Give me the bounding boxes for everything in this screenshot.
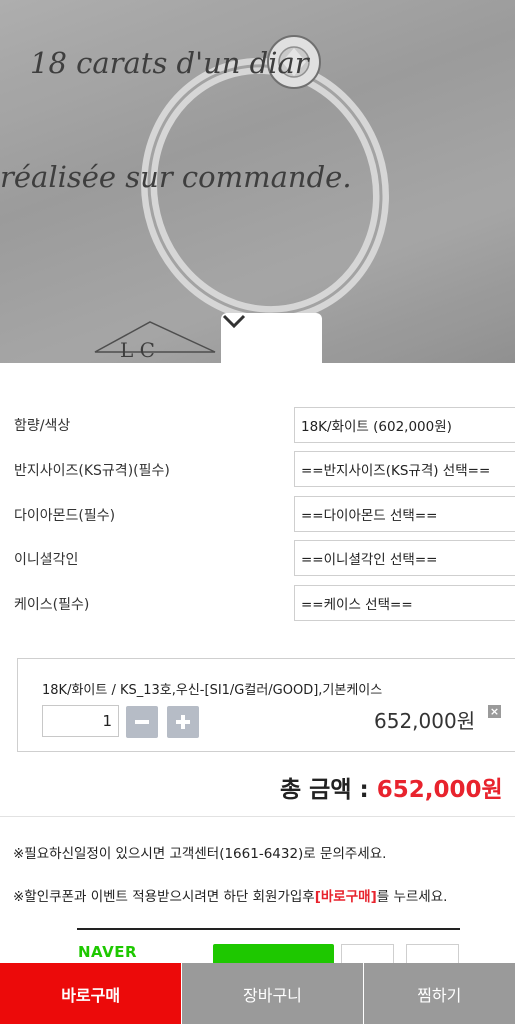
engraving-select[interactable]: ==이니셜각인 선택==: [294, 540, 515, 576]
cart-button[interactable]: 장바구니: [181, 963, 363, 1024]
naver-pay-divider: [77, 928, 460, 930]
buy-now-button[interactable]: 바로구매: [0, 963, 182, 1024]
case-select[interactable]: ==케이스 선택==: [294, 585, 515, 621]
notice-coupon: ※할인쿠폰과 이벤트 적용받으시려면 하단 회원가입후[바로구매]를 누르세요.: [13, 885, 447, 905]
total-price: 총 금액 : 652,000원: [280, 770, 503, 804]
notice-coupon-highlight: [바로구매]: [314, 889, 377, 905]
product-image: 18 carats d'un diar réalisée sur command…: [0, 0, 515, 363]
option-label-engraving: 이니셜각인: [14, 552, 79, 568]
divider: [0, 816, 515, 817]
total-amount: 652,000원: [376, 777, 503, 803]
naver-logo: NAVER: [78, 943, 138, 961]
remove-item-icon[interactable]: ×: [488, 705, 501, 718]
chevron-down-icon: [222, 314, 246, 329]
bottom-action-bar: 바로구매 장바구니 찜하기: [0, 963, 515, 1024]
option-label-case: 케이스(필수): [14, 597, 90, 613]
quantity-decrease-button[interactable]: [126, 706, 158, 738]
diamond-select[interactable]: ==다이아몬드 선택==: [294, 496, 515, 532]
ring-size-select[interactable]: ==반지사이즈(KS규격) 선택==: [294, 451, 515, 487]
option-label-ring-size: 반지사이즈(KS규격)(필수): [14, 463, 170, 479]
minus-icon: [135, 720, 149, 724]
selected-item-box: 18K/화이트 / KS_13호,우신-[SI1/G컬러/GOOD],기본케이스…: [17, 658, 515, 752]
plus-icon: [176, 715, 190, 729]
option-label-diamond: 다이아몬드(필수): [14, 508, 116, 524]
notice-contact: ※필요하신일정이 있으시면 고객센터(1661-6432)로 문의주세요.: [13, 846, 387, 862]
total-label: 총 금액 :: [280, 777, 377, 803]
purity-color-select[interactable]: 18K/화이트 (602,000원): [294, 407, 515, 443]
collapse-toggle-button[interactable]: [221, 313, 322, 363]
notice-coupon-tail: 를 누르세요.: [376, 889, 448, 905]
selected-item-price: 652,000원: [374, 709, 476, 733]
quantity-input[interactable]: 1: [42, 705, 119, 737]
hero-overlay: [0, 0, 515, 363]
quantity-increase-button[interactable]: [167, 706, 199, 738]
notice-coupon-text: ※할인쿠폰과 이벤트 적용받으시려면 하단 회원가입후: [13, 889, 315, 905]
selected-item-name: 18K/화이트 / KS_13호,우신-[SI1/G컬러/GOOD],기본케이스: [42, 683, 383, 698]
option-label-purity: 함량/색상: [14, 418, 71, 434]
wishlist-button[interactable]: 찜하기: [362, 963, 515, 1024]
